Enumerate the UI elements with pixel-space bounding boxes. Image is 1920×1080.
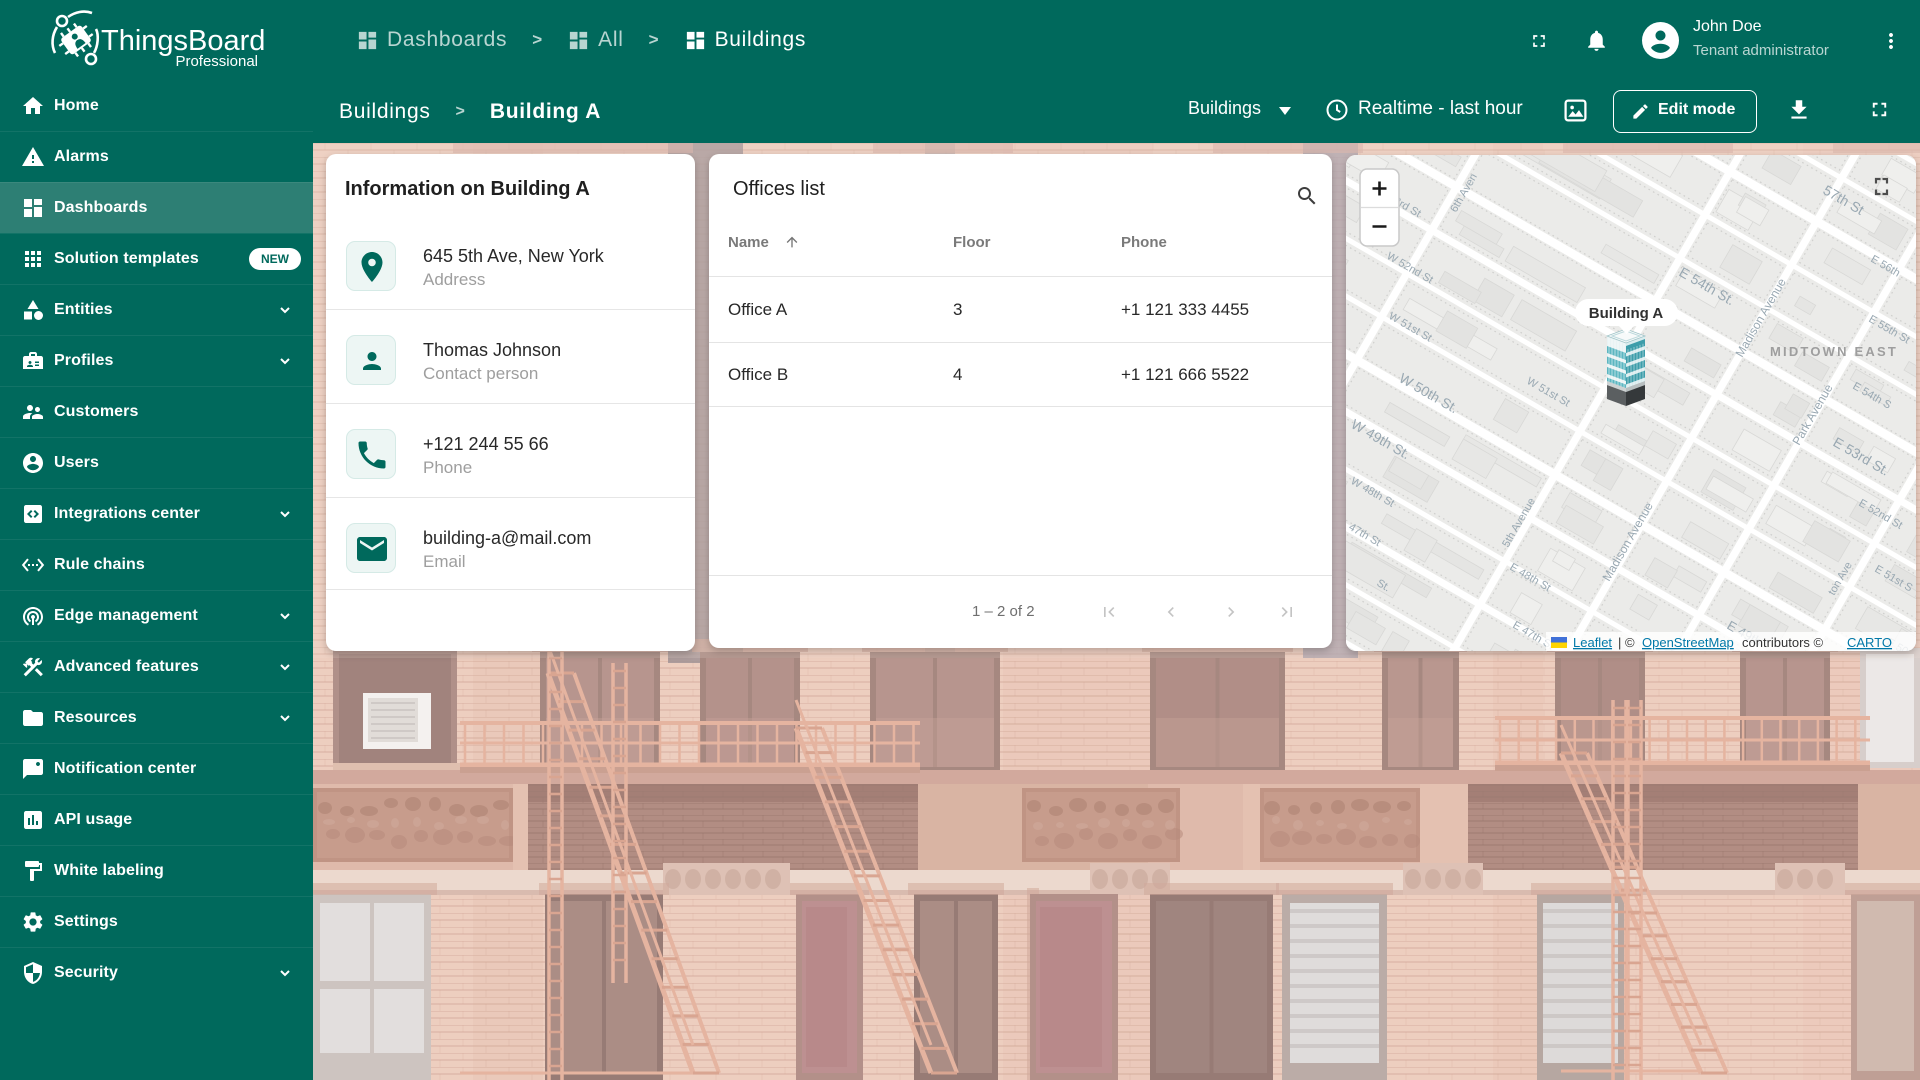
svg-text:Building A: Building A: [1589, 305, 1664, 322]
svg-text:CARTO: CARTO: [1847, 635, 1892, 650]
svg-text:Leaflet: Leaflet: [1573, 635, 1612, 650]
svg-text:contributors ©: contributors ©: [1742, 635, 1824, 650]
svg-text:MIDTOWN EAST: MIDTOWN EAST: [1770, 344, 1898, 359]
svg-text:OpenStreetMap: OpenStreetMap: [1642, 635, 1734, 650]
svg-text:Professional: Professional: [175, 53, 258, 70]
svg-text:| ©: | ©: [1618, 635, 1635, 650]
